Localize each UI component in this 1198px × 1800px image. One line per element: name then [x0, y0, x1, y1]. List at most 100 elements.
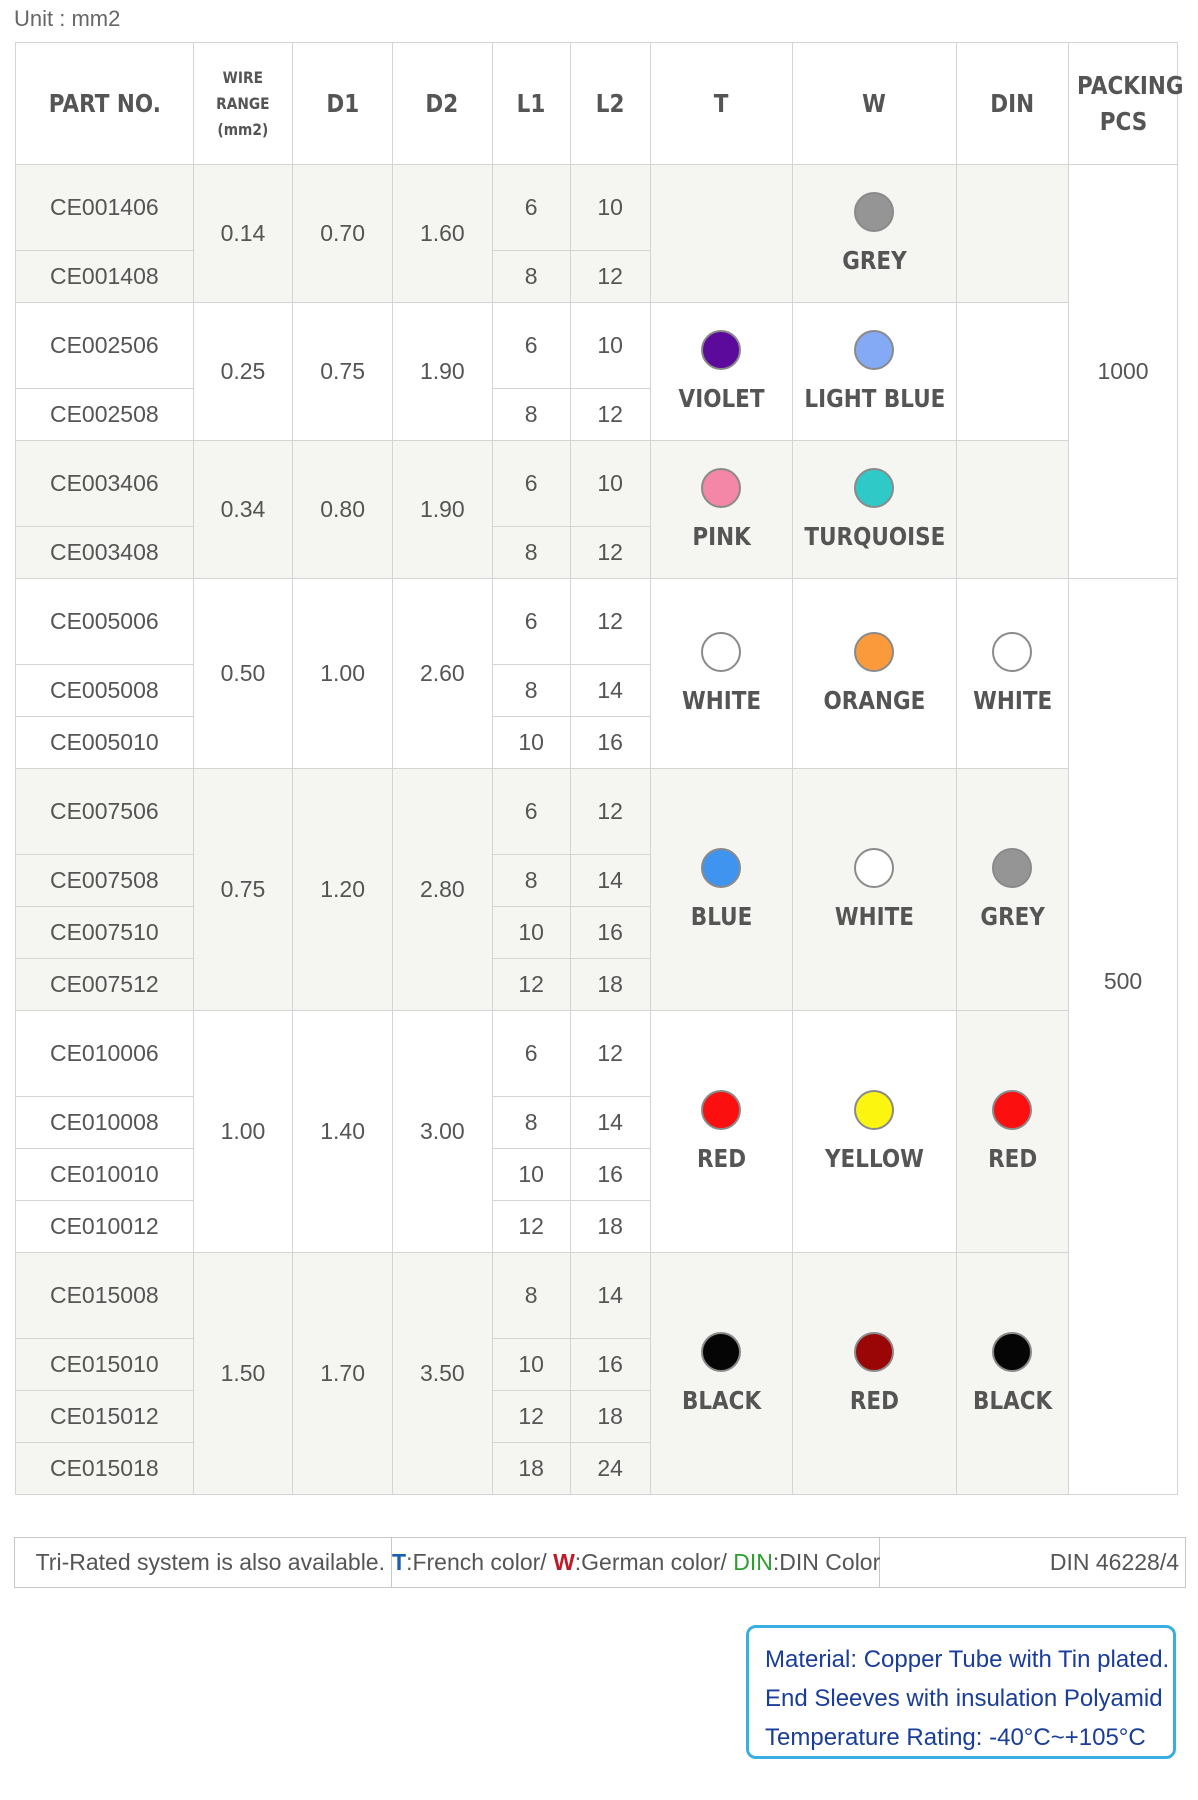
d2-cell: 1.90 — [391, 440, 493, 579]
legend-t-key: T — [392, 1549, 407, 1575]
l1-cell: 6 — [491, 302, 571, 389]
din-color-cell: WHITE — [955, 578, 1070, 769]
part-number-cell: CE002508 — [15, 388, 194, 441]
l1-cell: 8 — [491, 388, 571, 441]
l1-cell: 8 — [491, 1096, 571, 1149]
color-swatch-icon — [992, 1332, 1033, 1372]
color-name-label: WHITE — [834, 902, 914, 931]
legend-din-text: :DIN Color — [772, 1549, 881, 1575]
part-number-cell: CE010010 — [15, 1148, 194, 1201]
part-number-cell: CE007512 — [15, 958, 194, 1011]
color-name-label: VIOLET — [678, 384, 765, 413]
wire-range-cell: 1.50 — [192, 1252, 294, 1495]
color-name-label: RED — [849, 1386, 899, 1415]
header-din: DIN — [963, 42, 1062, 165]
d1-cell: 0.70 — [292, 164, 393, 303]
color-swatch-icon — [854, 330, 895, 370]
part-number-cell: CE015012 — [15, 1390, 194, 1443]
color-swatch-icon — [992, 632, 1033, 672]
l2-cell: 12 — [569, 768, 651, 855]
packing-pcs-cell: 500 — [1068, 578, 1178, 1495]
d1-cell: 1.20 — [292, 768, 393, 1011]
color-swatch-icon — [854, 468, 895, 508]
wire-range-cell: 0.75 — [192, 768, 294, 1011]
l2-cell: 18 — [569, 958, 651, 1011]
l1-cell: 8 — [491, 250, 571, 303]
color-swatch-icon — [701, 330, 742, 370]
d1-cell: 1.00 — [292, 578, 393, 769]
l2-cell: 10 — [569, 164, 651, 251]
color-swatch-icon — [854, 632, 895, 672]
d2-cell: 2.60 — [391, 578, 493, 769]
din-color-cell: GREY — [955, 768, 1070, 1011]
unit-label: Unit : mm2 — [14, 6, 121, 31]
table-row: CE001406 0.14 0.70 1.60 6 10 GREY 1000 — [15, 164, 1178, 579]
d1-cell: 1.70 — [292, 1252, 393, 1495]
header-packing: PACKING PCS — [1075, 42, 1183, 165]
l1-cell: 6 — [491, 768, 571, 855]
part-number-cell: CE005010 — [15, 716, 194, 769]
t-color-cell: PINK — [649, 440, 793, 579]
w-color-cell: TURQUOISE — [791, 440, 957, 579]
l1-cell: 10 — [491, 1148, 571, 1201]
d2-cell: 1.90 — [391, 302, 493, 441]
din-color-cell: BLACK — [955, 1252, 1070, 1495]
color-name-label: WHITE — [681, 686, 761, 715]
l2-cell: 18 — [569, 1200, 651, 1253]
color-name-label: TURQUOISE — [804, 522, 946, 551]
l2-cell: 16 — [569, 1338, 651, 1391]
wire-range-cell: 0.34 — [192, 440, 294, 579]
color-swatch-icon — [854, 192, 895, 232]
table-row: CE007506 0.75 1.20 2.80 6 12 BLUE WHITE GREY — [15, 768, 1178, 1011]
l2-cell: 12 — [569, 388, 651, 441]
d2-cell: 2.80 — [391, 768, 493, 1011]
color-swatch-icon — [854, 1332, 895, 1372]
spec-table-body: CE001406 0.14 0.70 1.60 6 10 GREY 1000 CE001408 8… — [15, 164, 1178, 1495]
l1-cell: 10 — [491, 1338, 571, 1391]
l2-cell: 12 — [569, 250, 651, 303]
w-color-cell: GREY — [791, 164, 957, 303]
header-l1: L1 — [497, 42, 566, 165]
color-name-label: BLACK — [972, 1386, 1052, 1415]
l2-cell: 14 — [569, 854, 651, 907]
part-number-cell: CE010012 — [15, 1200, 194, 1253]
part-number-cell: CE003406 — [15, 440, 194, 527]
legend-din-key: DIN — [733, 1549, 773, 1575]
color-name-label: PINK — [692, 522, 751, 551]
color-swatch-icon — [701, 848, 742, 888]
l2-cell: 10 — [569, 302, 651, 389]
l1-cell: 12 — [491, 1200, 571, 1253]
part-number-cell: CE010008 — [15, 1096, 194, 1149]
temperature-line: Temperature Rating: -40°C~+105°C — [765, 1724, 1146, 1751]
color-name-label: RED — [987, 1144, 1037, 1173]
d1-cell: 0.75 — [292, 302, 393, 441]
color-swatch-icon — [701, 1332, 742, 1372]
l2-cell: 12 — [569, 1010, 651, 1097]
d1-cell: 0.80 — [292, 440, 393, 579]
w-color-cell: ORANGE — [791, 578, 957, 769]
legend-w-text: :German color/ — [574, 1549, 734, 1575]
din-color-cell — [955, 440, 1070, 579]
w-color-cell: WHITE — [791, 768, 957, 1011]
header-part-no: PART NO. — [27, 42, 182, 165]
l1-cell: 8 — [491, 1252, 571, 1339]
t-color-cell: BLUE — [649, 768, 793, 1011]
d2-cell: 3.00 — [391, 1010, 493, 1253]
l1-cell: 12 — [491, 958, 571, 1011]
color-name-label: BLACK — [681, 1386, 761, 1415]
l1-cell: 8 — [491, 854, 571, 907]
l2-cell: 14 — [569, 1252, 651, 1339]
t-color-cell: RED — [649, 1010, 793, 1253]
wire-range-cell: 0.25 — [192, 302, 294, 441]
t-color-cell: VIOLET — [649, 302, 793, 441]
color-name-label: YELLOW — [824, 1144, 924, 1173]
color-swatch-icon — [854, 848, 895, 888]
w-color-cell: RED — [791, 1252, 957, 1495]
l2-cell: 12 — [569, 526, 651, 579]
color-name-label: GREY — [980, 902, 1045, 931]
color-swatch-icon — [701, 1090, 742, 1130]
color-swatch-icon — [992, 1090, 1033, 1130]
packing-pcs-cell: 1000 — [1068, 164, 1178, 579]
l2-cell: 14 — [569, 664, 651, 717]
din-color-cell: RED — [955, 1010, 1070, 1253]
